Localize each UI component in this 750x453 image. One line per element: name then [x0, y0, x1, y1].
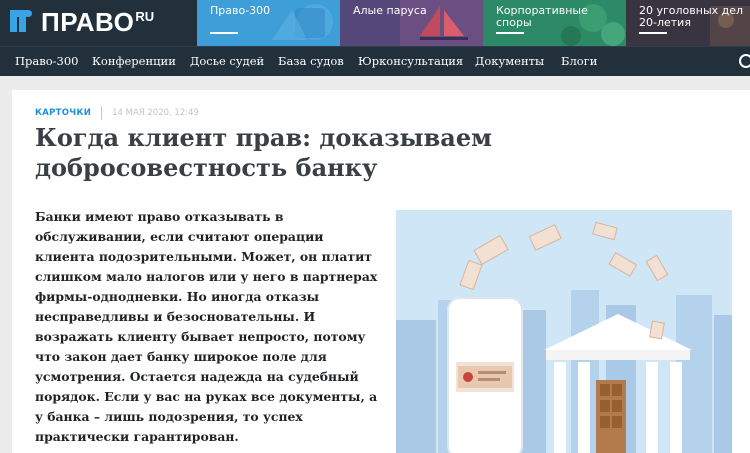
search-icon[interactable]	[738, 53, 750, 71]
promo-alye-parusa[interactable]: Алые паруса	[340, 0, 483, 46]
article-category[interactable]: КАРТОЧКИ	[35, 108, 91, 118]
promo-label: Право-300	[210, 4, 271, 17]
article-meta: КАРТОЧКИ 14 МАЯ 2020, 12:49	[35, 106, 199, 120]
nav-item-pravo-300[interactable]: Право-300	[15, 47, 78, 77]
logo-icon	[10, 6, 36, 34]
promo-underline	[639, 32, 667, 34]
article-lead: Банки имеют право отказывать в обслужива…	[35, 209, 378, 444]
promo-underline	[496, 32, 524, 34]
nav-item-judges-dossier[interactable]: Досье судей	[190, 47, 264, 77]
site-logo[interactable]: ПРАВО RU	[10, 6, 154, 38]
promo-label: Корпоративные споры	[496, 4, 588, 29]
nav-item-legal-consult[interactable]: Юрконсультация	[358, 47, 463, 77]
promo-pravo-300[interactable]: Право-300	[197, 0, 340, 46]
nav-item-documents[interactable]: Документы	[475, 47, 544, 77]
promo-20-ugolovnyh-del[interactable]: 20 уголовных дел 20-летия	[626, 0, 750, 46]
meta-divider	[101, 106, 103, 120]
top-header: ПРАВО RU Право-300 Алые паруса Корпорати…	[0, 0, 750, 46]
main-nav: Право-300 Конференции Досье судей База с…	[0, 46, 750, 76]
article-card: КАРТОЧКИ 14 МАЯ 2020, 12:49 Когда клиент…	[12, 90, 750, 453]
article-date: 14 МАЯ 2020, 12:49	[112, 108, 199, 118]
article-title: Когда клиент прав: доказываем добросовес…	[35, 123, 492, 182]
article-illustration	[396, 210, 732, 453]
promo-korporativnye-spory[interactable]: Корпоративные споры	[483, 0, 626, 46]
logo-text: ПРАВО	[41, 7, 135, 37]
nav-item-blogs[interactable]: Блоги	[561, 47, 597, 77]
promo-label: 20 уголовных дел 20-летия	[639, 4, 744, 29]
nav-item-conferences[interactable]: Конференции	[92, 47, 176, 77]
promo-underline	[210, 32, 238, 34]
logo-suffix: RU	[135, 9, 155, 24]
nav-item-courts-base[interactable]: База судов	[278, 47, 344, 77]
promo-label: Алые паруса	[353, 4, 427, 17]
